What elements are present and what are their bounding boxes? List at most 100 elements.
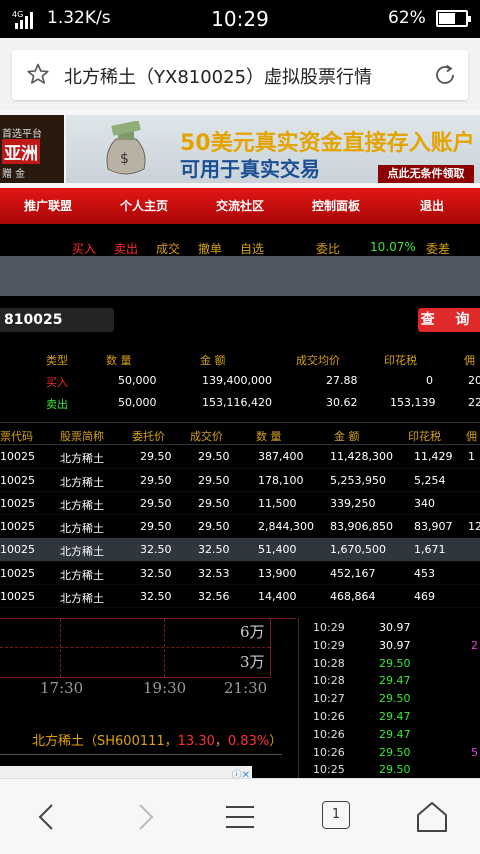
- cell-name: 北方稀土: [60, 498, 104, 512]
- tab-deals[interactable]: 成交: [156, 240, 180, 257]
- nav-item-home[interactable]: 个人主页: [96, 188, 192, 224]
- col-tax: 印花税: [384, 354, 417, 367]
- tick-price: 29.50: [379, 763, 411, 777]
- screen: 4G 1.32K/s 10:29 62% 北方稀土（YX810025）虚拟股票行…: [0, 0, 480, 854]
- cell-name: 北方稀土: [60, 568, 104, 582]
- cell-amount: 452,167: [330, 566, 376, 580]
- tick-price: 29.47: [379, 674, 411, 688]
- cell-tax: 340: [414, 496, 435, 510]
- tick-price: 29.47: [379, 727, 411, 741]
- trades-table: 票代码 股票简称 委托价 成交价 数 量 金 额 印花税 佣 10025 北方稀土…: [0, 422, 480, 609]
- grid-line: [60, 619, 61, 677]
- cell-fee: 1: [468, 450, 475, 464]
- grid-line: [164, 619, 165, 677]
- tick-row: 10:25 29.50: [299, 760, 480, 778]
- star-icon[interactable]: [26, 62, 50, 86]
- cell-qty: 387,400: [258, 450, 304, 464]
- cell-code: 10025: [0, 566, 35, 580]
- cell-order: 29.50: [140, 496, 172, 510]
- tick-extra: 5: [471, 745, 478, 759]
- cell-tax: 1,671: [414, 543, 446, 557]
- spread-label: 委差: [426, 242, 451, 256]
- grid-line: [0, 647, 270, 648]
- browser-bottom-bar: [0, 778, 480, 854]
- table-row[interactable]: 10025 北方稀土 29.50 29.50 387,400 11,428,300 11,4…: [0, 445, 480, 469]
- cell-code: 10025: [0, 520, 35, 534]
- page-title[interactable]: 北方稀土（YX810025）虚拟股票行情: [64, 63, 424, 89]
- cell-code: 10025: [0, 473, 35, 487]
- tick-row: 10:26 29.50 5: [299, 743, 480, 761]
- tab-watchlist[interactable]: 自选: [240, 240, 264, 257]
- tab-count-button[interactable]: 1: [322, 801, 350, 829]
- tab-cancel[interactable]: 撤单: [198, 240, 222, 257]
- col-fee: 佣: [464, 354, 475, 367]
- grid-line: [0, 677, 270, 678]
- cell-order: 32.50: [140, 590, 172, 604]
- stock-quote-line[interactable]: 北方稀土（SH600111，13.30，0.83%）: [32, 730, 282, 749]
- menu-icon[interactable]: [222, 799, 258, 835]
- table-row[interactable]: 10025 北方稀土 29.50 29.50 2,844,300 83,906,850 83…: [0, 515, 480, 539]
- tick-row: 10:29 30.97: [299, 618, 480, 636]
- col-amount: 金 额: [200, 354, 226, 367]
- forward-icon[interactable]: [126, 799, 162, 835]
- table-row[interactable]: 10025 北方稀土 32.50 32.56 14,400 468,864 469: [0, 585, 480, 609]
- cell-name: 北方稀土: [60, 475, 104, 489]
- cell-order: 29.50: [140, 450, 172, 464]
- table-row[interactable]: 10025 北方稀土 29.50 29.50 11,500 339,250 340: [0, 492, 480, 516]
- cell-deal: 29.50: [198, 473, 230, 487]
- overlay-band: [0, 256, 480, 296]
- battery-icon: [436, 10, 471, 27]
- tick-row: 10:29 30.97 2: [299, 636, 480, 654]
- back-icon[interactable]: [30, 799, 66, 835]
- cell-deal: 29.50: [198, 450, 230, 464]
- cell-name: 北方稀土: [60, 545, 104, 559]
- divider: [0, 754, 282, 755]
- cell-name: 北方稀土: [60, 592, 104, 606]
- tick-extra: 2: [471, 638, 478, 652]
- col-type: 类型: [46, 354, 68, 367]
- home-icon[interactable]: [414, 799, 450, 835]
- broker-logo[interactable]: 首选平台 亚洲 赠 金: [0, 115, 64, 183]
- close-ad-icon[interactable]: ⓘ✕: [232, 766, 250, 778]
- cell-amount: 11,428,300: [330, 450, 393, 464]
- ad-strip[interactable]: ⓘ✕: [0, 766, 252, 778]
- tab-sell[interactable]: 卖出: [114, 240, 138, 257]
- table-row[interactable]: 10025 北方稀土 29.50 29.50 178,100 5,253,950 5,254: [0, 469, 480, 492]
- cell-deal: 29.50: [198, 496, 230, 510]
- nav-item-community[interactable]: 交流社区: [192, 188, 288, 224]
- cell-code: 10025: [0, 496, 35, 510]
- tick-list: 10:29 30.97 10:29 30.97 2 10:28 29.50 10:28 29.4…: [298, 618, 480, 778]
- table-row[interactable]: 10025 北方稀土 32.50 32.50 51,400 1,670,500 1,671: [0, 538, 480, 562]
- tab-buy[interactable]: 买入: [72, 240, 96, 257]
- nav-item-logout[interactable]: 退出: [384, 188, 480, 224]
- y-tick-label: 6万: [240, 623, 265, 641]
- cell-qty: 14,400: [258, 590, 297, 604]
- ad-image[interactable]: $ 50美元真实资金直接存入账户 可用于真实交易 点此无条件领取: [66, 115, 480, 183]
- tick-price: 29.50: [379, 692, 411, 706]
- cell-order: 29.50: [140, 473, 172, 487]
- nav-item-affiliate[interactable]: 推广联盟: [0, 188, 96, 224]
- reload-icon[interactable]: [432, 62, 458, 88]
- cell-amount: 5,253,950: [330, 473, 386, 487]
- tick-row: 10:27 29.50: [299, 689, 480, 707]
- trade-tabs: 买入 卖出 成交 撤单 自选 委比 10.07% 委差: [0, 240, 480, 256]
- query-button[interactable]: 查 询: [418, 308, 480, 332]
- cell-fee: 12: [468, 520, 480, 534]
- ad-banner[interactable]: 首选平台 亚洲 赠 金 $ 50美元真实资金直接存入账户 可用于真实交易 点此无…: [0, 110, 480, 188]
- ad-cta-button[interactable]: 点此无条件领取: [378, 165, 474, 183]
- x-tick-label: 19:30: [143, 679, 187, 697]
- x-tick-label: 21:30: [224, 679, 268, 697]
- tick-row: 10:26 29.47: [299, 725, 480, 743]
- tick-row: 10:26 29.47: [299, 707, 480, 725]
- stock-code-input[interactable]: 810025: [0, 308, 114, 332]
- cell-qty: 178,100: [258, 473, 304, 487]
- nav-item-dashboard[interactable]: 控制面板: [288, 188, 384, 224]
- address-bar[interactable]: 北方稀土（YX810025）虚拟股票行情: [12, 50, 468, 100]
- cell-deal: 32.56: [198, 590, 230, 604]
- cell-amount: 339,250: [330, 496, 376, 510]
- table-row[interactable]: 10025 北方稀土 32.50 32.53 13,900 452,167 453: [0, 562, 480, 586]
- tick-time: 10:29: [313, 638, 345, 652]
- tick-price: 29.47: [379, 709, 411, 723]
- col-qty: 数 量: [106, 354, 132, 367]
- x-tick-label: 17:30: [40, 679, 84, 697]
